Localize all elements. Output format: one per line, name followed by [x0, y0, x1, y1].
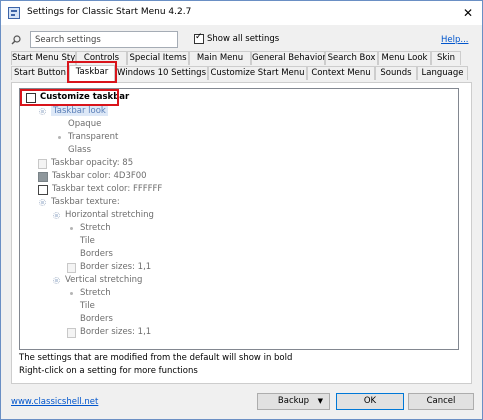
ok-button[interactable]: OK — [336, 393, 404, 410]
tab-search-box[interactable]: Search Box — [325, 51, 378, 65]
tree-item-label: Horizontal stretching — [65, 210, 154, 220]
tab-skin[interactable]: Skin — [431, 51, 461, 65]
color-swatch-icon — [38, 171, 48, 182]
website-link[interactable]: www.classicshell.net — [11, 397, 98, 407]
number-icon — [38, 158, 47, 169]
tree-item-label: Borders — [80, 314, 113, 324]
tree-item-label: Border sizes: 1,1 — [80, 327, 152, 337]
tab-start-menu-style[interactable]: Start Menu Style — [11, 51, 83, 65]
tree-item-horizontal-stretching[interactable]: Horizontal stretching — [52, 209, 154, 222]
tree-item-label: Transparent — [68, 132, 119, 142]
tree-item-label: Border sizes: 1,1 — [80, 262, 152, 272]
backup-label: Backup — [277, 396, 310, 406]
customize-taskbar-checkbox[interactable] — [26, 92, 36, 103]
tree-item-label: Stretch — [80, 288, 111, 298]
tree-item-taskbar-color[interactable]: Taskbar color: 4D3F00 — [38, 170, 147, 183]
tree-item-label: Vertical stretching — [65, 275, 143, 285]
tree-item-label: Customize taskbar — [40, 92, 130, 102]
hint-right-click: Right-click on a setting for more functi… — [19, 366, 198, 376]
tab-controls[interactable]: Controls — [76, 51, 127, 65]
tree-item-label: Taskbar texture: — [51, 197, 120, 207]
tree-item-h-borders[interactable]: Borders — [67, 248, 113, 261]
tree-item-customize-taskbar[interactable]: Customize taskbar — [26, 91, 129, 104]
app-icon — [8, 7, 20, 19]
show-all-label: Show all settings — [207, 34, 280, 44]
tree-item-label: Glass — [68, 145, 92, 155]
tree-item-label: Taskbar text color: FFFFFF — [52, 184, 163, 194]
show-all-checkbox[interactable] — [194, 32, 204, 44]
dropdown-caret-icon: ▼ — [317, 397, 323, 405]
setting-icon — [38, 107, 47, 116]
tree-item-vertical-stretching[interactable]: Vertical stretching — [52, 274, 142, 287]
number-icon — [67, 262, 76, 273]
setting-icon — [52, 276, 61, 285]
tree-item-glass[interactable]: Glass — [55, 144, 91, 157]
tab-special-items[interactable]: Special Items — [127, 51, 189, 65]
tab-general-behavior[interactable]: General Behavior — [251, 51, 326, 65]
tree-item-taskbar-texture[interactable]: Taskbar texture: — [38, 196, 120, 209]
tree-item-h-stretch[interactable]: Stretch — [67, 222, 111, 235]
tree-item-v-border-sizes[interactable]: Border sizes: 1,1 — [67, 326, 151, 339]
close-button[interactable]: ✕ — [456, 3, 480, 23]
tree-item-v-stretch[interactable]: Stretch — [67, 287, 111, 300]
tree-item-label: Taskbar color: 4D3F00 — [52, 171, 147, 181]
setting-icon — [38, 198, 47, 207]
tree-item-label: Stretch — [80, 223, 111, 233]
tree-item-opaque[interactable]: Opaque — [55, 118, 101, 131]
tree-item-label: Taskbar opacity: 85 — [51, 158, 134, 168]
tab-language[interactable]: Language — [417, 66, 468, 80]
tree-item-label: Opaque — [68, 119, 102, 129]
tab-sounds[interactable]: Sounds — [375, 66, 417, 80]
tree-item-taskbar-look[interactable]: Taskbar look — [38, 105, 108, 118]
tab-taskbar[interactable]: Taskbar — [69, 65, 115, 82]
tree-item-v-borders[interactable]: Borders — [67, 313, 113, 326]
tree-item-label: Taskbar look — [51, 106, 108, 116]
tree-item-taskbar-opacity[interactable]: Taskbar opacity: 85 — [38, 157, 133, 170]
number-icon — [67, 327, 76, 338]
setting-icon — [52, 211, 61, 220]
color-swatch-icon — [38, 184, 48, 195]
tree-item-v-tile[interactable]: Tile — [67, 300, 95, 313]
search-icon — [11, 35, 21, 45]
search-input[interactable] — [30, 31, 178, 48]
tab-windows-10-settings[interactable]: Windows 10 Settings — [115, 66, 208, 80]
tree-item-label: Borders — [80, 249, 113, 259]
tree-item-taskbar-text-color[interactable]: Taskbar text color: FFFFFF — [38, 183, 162, 196]
radio-dot-icon — [55, 133, 64, 142]
tree-item-label: Tile — [80, 301, 95, 311]
title-bar: Settings for Classic Start Menu 4.2.7 ✕ — [1, 1, 482, 25]
tab-main-menu[interactable]: Main Menu — [189, 51, 251, 65]
tree-item-h-tile[interactable]: Tile — [67, 235, 95, 248]
tab-customize-start-menu[interactable]: Customize Start Menu — [208, 66, 307, 80]
tab-start-button[interactable]: Start Button — [11, 66, 69, 80]
tab-menu-look[interactable]: Menu Look — [378, 51, 431, 65]
show-all-settings-toggle[interactable]: Show all settings — [194, 32, 280, 45]
tree-item-h-border-sizes[interactable]: Border sizes: 1,1 — [67, 261, 151, 274]
backup-button[interactable]: Backup ▼ — [257, 393, 330, 410]
tree-item-transparent[interactable]: Transparent — [55, 131, 118, 144]
hint-bold-modified: The settings that are modified from the … — [19, 353, 293, 363]
radio-dot-icon — [67, 224, 76, 233]
tab-context-menu[interactable]: Context Menu — [307, 66, 375, 80]
tree-item-label: Tile — [80, 236, 95, 246]
radio-dot-icon — [67, 289, 76, 298]
window-title: Settings for Classic Start Menu 4.2.7 — [27, 7, 192, 17]
cancel-button[interactable]: Cancel — [408, 393, 474, 410]
help-link[interactable]: Help... — [441, 35, 468, 45]
